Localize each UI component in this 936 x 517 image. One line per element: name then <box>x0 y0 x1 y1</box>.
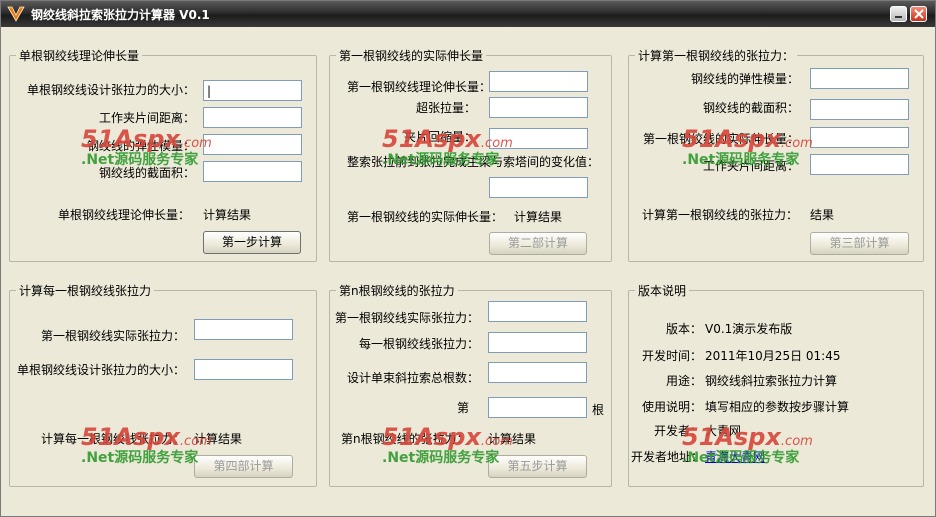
result-label: 单根钢绞线理论伸长量： <box>58 208 191 222</box>
elastic-modulus-input[interactable] <box>203 134 302 155</box>
info-value-date: 2011年10月25日 01:45 <box>705 349 841 363</box>
app-logo-icon <box>7 6 25 22</box>
label-clip-retraction: 夹片回缩量： <box>404 130 477 144</box>
info-label-usage: 使用说明： <box>641 400 702 414</box>
step4-calc-button[interactable]: 第四部计算 <box>194 455 293 478</box>
result-label: 计算第一根钢绞线的张拉力： <box>642 208 799 222</box>
label-section-area: 钢绞线的截面积： <box>703 101 800 115</box>
result-label: 计算每一根钢绞线张拉力： <box>41 432 186 446</box>
design-force-input[interactable] <box>203 80 302 101</box>
label-over-tension: 超张拉量： <box>416 101 477 115</box>
step2-calc-button[interactable]: 第二部计算 <box>489 232 587 255</box>
clip-distance-input-2[interactable] <box>810 154 909 175</box>
info-label-address: 开发者地址： <box>631 450 704 464</box>
app-window: 钢绞线斜拉索张拉力计算器 V0.1 单根钢绞线理论伸长量 单根钢绞线设计张拉力的… <box>0 0 936 517</box>
info-label-developer: 开发者： <box>653 424 702 438</box>
elastic-modulus-input-2[interactable] <box>810 68 909 89</box>
nth-strand-input[interactable] <box>488 397 587 418</box>
label-clip-distance: 工作夹片间距离： <box>703 159 800 173</box>
title-bar[interactable]: 钢绞线斜拉索张拉力计算器 V0.1 <box>1 1 935 27</box>
panel-legend: 第一根钢绞线的实际伸长量 <box>339 49 484 63</box>
clip-retraction-input[interactable] <box>489 128 588 149</box>
window-title: 钢绞线斜拉索张拉力计算器 V0.1 <box>31 8 210 22</box>
panel-legend: 计算第一根钢绞线的张拉力： <box>638 49 795 63</box>
label-total-strands: 设计单束斜拉索总根数： <box>347 371 480 385</box>
panel-legend: 第n根钢绞线的张拉力 <box>339 284 455 298</box>
info-value-purpose: 钢绞线斜拉索张拉力计算 <box>705 374 838 388</box>
result-label: 第一根钢绞线的实际伸长量： <box>347 210 504 224</box>
panel-legend: 单根钢绞线理论伸长量 <box>19 49 140 63</box>
result-value: 计算结果 <box>514 210 563 224</box>
step1-calc-button[interactable]: 第一步计算 <box>203 231 301 254</box>
label-design-force: 单根钢绞线设计张拉力的大小： <box>27 83 196 97</box>
result-value: 计算结果 <box>203 208 252 222</box>
result-label: 第n根钢绞线的张拉力： <box>341 432 469 446</box>
section-area-input[interactable] <box>203 161 302 182</box>
info-label-date: 开发时间： <box>641 349 702 363</box>
panel-legend: 计算每一根钢绞线张拉力 <box>19 284 152 298</box>
section-area-input-2[interactable] <box>810 99 909 120</box>
minimize-icon[interactable] <box>890 6 907 22</box>
first-actual-force-input-2[interactable] <box>488 301 587 322</box>
label-elastic-modulus: 钢绞线的弹性模量： <box>87 139 196 153</box>
label-first-actual-force: 第一根钢绞线实际张拉力： <box>335 311 480 325</box>
label-beam-tower-change: 整索张拉前到张拉完成主梁与索塔间的变化值： <box>347 155 600 169</box>
label-unit: 根 <box>592 403 605 417</box>
label-first-actual-force: 第一根钢绞线实际张拉力： <box>41 329 186 343</box>
total-strands-input[interactable] <box>488 362 587 383</box>
info-label-version: 版本： <box>665 322 702 336</box>
result-value: 计算结果 <box>194 432 243 446</box>
close-icon[interactable] <box>910 6 927 22</box>
label-theory-elongation: 第一根钢绞线理论伸长量： <box>347 80 492 94</box>
clip-distance-input[interactable] <box>203 107 302 128</box>
each-strand-force-input[interactable] <box>488 332 587 353</box>
panel-legend: 版本说明 <box>638 284 687 298</box>
info-value-developer: 大青网 <box>705 424 742 438</box>
label-elastic-modulus: 钢绞线的弹性模量： <box>691 72 800 86</box>
developer-address-link[interactable]: 青海大青网 <box>705 448 765 465</box>
first-actual-force-input[interactable] <box>194 319 293 340</box>
actual-elongation-input[interactable] <box>810 127 909 148</box>
label-nth: 第 <box>457 401 470 415</box>
over-tension-input[interactable] <box>489 97 588 118</box>
theory-elongation-input[interactable] <box>489 71 588 92</box>
info-value-version: V0.1演示发布版 <box>705 322 793 336</box>
design-force-input-2[interactable] <box>194 359 293 380</box>
info-value-usage: 填写相应的参数按步骤计算 <box>705 400 850 414</box>
label-clip-distance: 工作夹片间距离： <box>99 111 196 125</box>
beam-tower-change-input[interactable] <box>489 177 588 198</box>
info-label-purpose: 用途： <box>665 374 702 388</box>
label-design-force: 单根钢绞线设计张拉力的大小： <box>17 363 186 377</box>
result-value: 结果 <box>810 208 835 222</box>
label-section-area: 钢绞线的截面积： <box>99 166 196 180</box>
step5-calc-button[interactable]: 第五步计算 <box>488 455 587 478</box>
step3-calc-button[interactable]: 第三部计算 <box>810 232 909 255</box>
label-actual-elongation: 第一根钢绞线的实际伸长量： <box>643 132 800 146</box>
result-value: 计算结果 <box>488 432 537 446</box>
label-each-strand-force: 每一根钢绞线张拉力： <box>359 337 480 351</box>
